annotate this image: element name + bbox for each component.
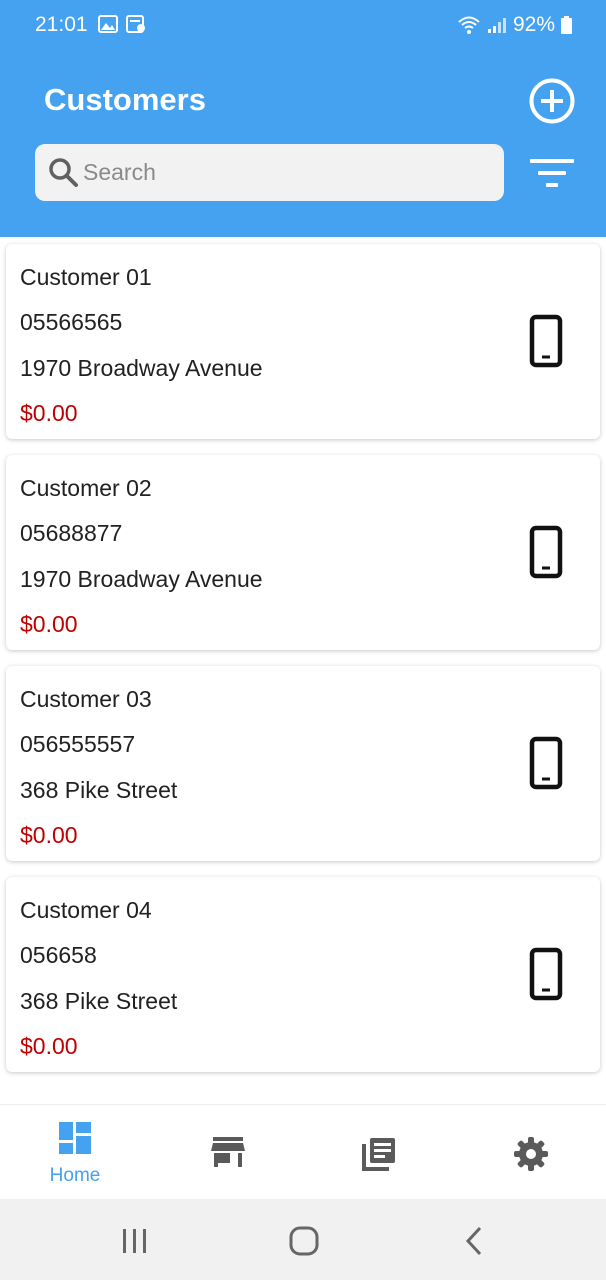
bottom-navigation: Home: [0, 1104, 606, 1199]
nav-item-settings[interactable]: [481, 1105, 581, 1200]
customer-phone: 05688877: [20, 520, 123, 546]
mobile-phone-icon[interactable]: [526, 947, 566, 1003]
customer-balance: $0.00: [20, 822, 78, 848]
mobile-phone-icon[interactable]: [526, 525, 566, 581]
customer-card[interactable]: Customer 04 056658 368 Pike Street $0.00: [6, 877, 600, 1072]
add-customer-button[interactable]: [528, 77, 576, 125]
status-right: 92%: [457, 13, 572, 37]
status-time: 21:01: [35, 13, 88, 36]
customer-card[interactable]: Customer 03 056555557 368 Pike Street $0…: [6, 666, 600, 861]
customer-balance: $0.00: [20, 611, 78, 637]
notification-icons: [98, 15, 146, 33]
dashboard-icon: [59, 1122, 91, 1154]
mobile-phone-icon[interactable]: [526, 736, 566, 792]
search-bar[interactable]: [35, 144, 504, 201]
back-icon[interactable]: [462, 1226, 486, 1256]
page-title: Customers: [44, 82, 206, 117]
customer-name: Customer 02: [20, 475, 152, 501]
image-notification-icon: [98, 15, 118, 33]
search-icon: [49, 158, 78, 187]
customer-phone: 05566565: [20, 309, 123, 335]
wifi-icon: [458, 16, 480, 34]
nav-item-home[interactable]: Home: [25, 1105, 125, 1200]
library-books-icon: [362, 1138, 395, 1171]
filter-icon[interactable]: [530, 155, 574, 191]
nav-item-catalog[interactable]: [329, 1105, 429, 1200]
nav-item-store[interactable]: [178, 1105, 278, 1200]
mobile-phone-icon[interactable]: [526, 314, 566, 370]
nav-label-home: Home: [49, 1165, 101, 1186]
recent-apps-icon[interactable]: [120, 1228, 150, 1254]
system-navigation-bar: [0, 1199, 606, 1280]
search-input[interactable]: [83, 144, 493, 201]
customer-balance: $0.00: [20, 400, 78, 426]
customer-name: Customer 04: [20, 897, 152, 923]
status-bar: 21:01 92%: [0, 0, 606, 50]
settings-gear-icon: [514, 1137, 548, 1171]
battery-icon: [561, 16, 572, 34]
customer-card[interactable]: Customer 02 05688877 1970 Broadway Avenu…: [6, 455, 600, 650]
customer-balance: $0.00: [20, 1033, 78, 1059]
customer-address: 1970 Broadway Avenue: [20, 566, 263, 592]
customer-phone: 056658: [20, 942, 97, 968]
customer-address: 368 Pike Street: [20, 777, 178, 803]
store-icon: [211, 1137, 245, 1167]
signal-icon: [487, 18, 506, 33]
calendar-notification-icon: [126, 15, 145, 33]
customer-phone: 056555557: [20, 731, 136, 757]
customer-name: Customer 03: [20, 686, 152, 712]
customer-card[interactable]: Customer 01 05566565 1970 Broadway Avenu…: [6, 244, 600, 439]
home-icon[interactable]: [289, 1226, 319, 1256]
customer-name: Customer 01: [20, 264, 152, 290]
app-header: 21:01 92% Customers Search: [0, 0, 606, 237]
customer-address: 368 Pike Street: [20, 988, 178, 1014]
customer-address: 1970 Broadway Avenue: [20, 355, 263, 381]
battery-percent: 92%: [512, 13, 555, 36]
